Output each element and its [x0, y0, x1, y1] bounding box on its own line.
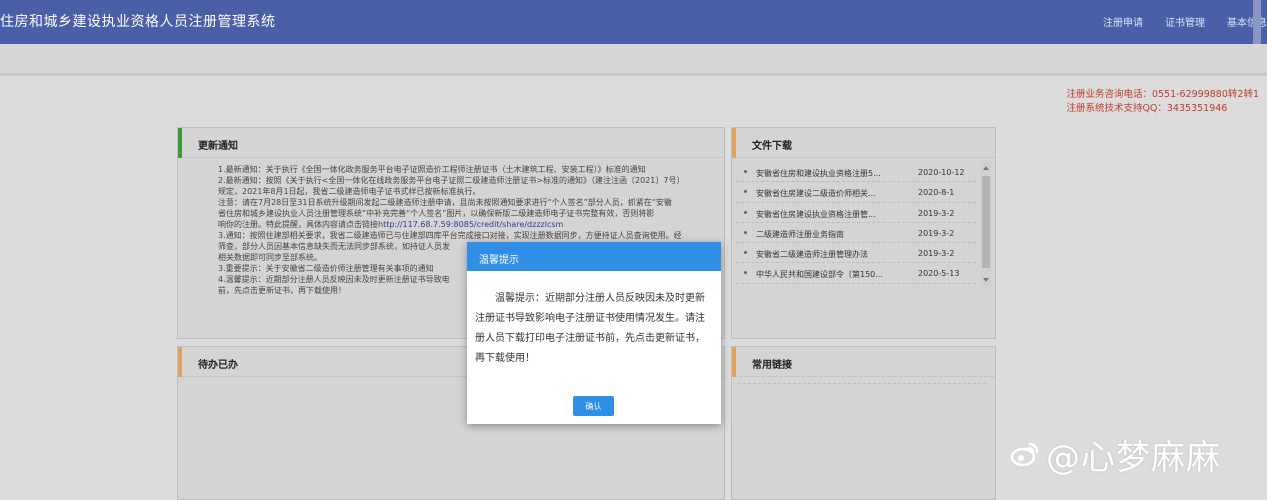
download-name[interactable]: 二级建造师注册业务指南 — [756, 229, 888, 240]
notice-panel-header: 更新通知 — [178, 128, 724, 158]
download-date: 2019-3-2 — [918, 208, 955, 218]
notice-line: 3.通知：按照住建部相关要求，我省二级建造师已与住建部四库平台完成接口对接，实现… — [218, 231, 682, 240]
download-row[interactable]: 中华人民共和国建设部令（第150... 2020-5-13 — [736, 263, 976, 284]
download-date: 2020-10-12 — [918, 168, 965, 177]
bullet-icon — [744, 271, 747, 275]
scroll-thumb[interactable] — [982, 176, 990, 268]
bullet-icon — [744, 210, 747, 214]
downloads-panel: 文件下载 安徽省住房和建设执业资格注册5... 2020-10-12 安徽省住房建… — [731, 127, 996, 339]
download-date: 2019-3-2 — [918, 249, 955, 259]
downloads-panel-title: 文件下载 — [752, 141, 792, 152]
notice-modal: 温馨提示 温馨提示：近期部分注册人员反映因未及时更新注册证书导致影响电子注册证书… — [467, 242, 721, 424]
download-row[interactable]: 安徽省住房和建设执业资格注册5... 2020-10-12 — [736, 162, 976, 183]
notice-line[interactable]: 1.最新通知：关于执行《全国一体化政务服务平台电子证照造价工程师注册证书（土木建… — [218, 164, 718, 175]
notice-line[interactable]: 2.最新通知：按照《关于执行<全国一体化在线政务服务平台电子证照二级建造师注册证… — [218, 175, 718, 186]
contact-info: 注册业务咨询电话：0551-62999880转2转1 注册系统技术支持QQ：34… — [1066, 88, 1259, 116]
download-name[interactable]: 安徽省住房和建设执业资格注册5... — [756, 168, 888, 179]
notice-line: 规定，2021年8月1日起，我省二级建造师电子证书式样已按新标准执行。 — [218, 187, 481, 196]
system-title: 住房和城乡建设执业资格人员注册管理系统 — [0, 14, 276, 30]
nav-register-apply[interactable]: 注册申请 — [1103, 14, 1143, 29]
modal-message: 温馨提示：近期部分注册人员反映因未及时更新注册证书导致影响电子注册证书使用情况发… — [475, 293, 705, 364]
bullet-icon — [744, 170, 747, 173]
contact-phone: 注册业务咨询电话：0551-62999880转2转1 — [1066, 89, 1259, 100]
notice-panel-title: 更新通知 — [198, 141, 238, 152]
links-panel-title: 常用链接 — [752, 360, 792, 371]
notice-line: 注意：请在7月28日至31日系统升级期间发起二级建造师注册申请，且尚未按照通知要… — [218, 198, 672, 207]
notice-accent-bar — [178, 128, 182, 158]
download-row[interactable]: 安徽省住房建设执业资格注册管... 2019-3-2 — [736, 203, 976, 223]
download-name[interactable]: 安徽省住房建设执业资格注册管... — [756, 209, 888, 220]
download-date: 2019-3-2 — [918, 228, 955, 238]
todo-accent-bar — [178, 347, 182, 377]
watermark-text: @心梦麻麻 — [1046, 438, 1221, 478]
notice-link[interactable]: http://117.68.7.59:8085/credit/share/dzz… — [378, 220, 563, 229]
notice-line: 省住房和城乡建设执业人员注册管理系统”中补充完善“个人签名”图片，以确保新版二级… — [218, 209, 655, 218]
modal-title: 温馨提示 — [479, 255, 519, 266]
downloads-panel-header: 文件下载 — [732, 128, 995, 158]
download-name[interactable]: 安徽省二级建造师注册管理办法 — [756, 249, 888, 260]
scroll-down-icon[interactable] — [983, 278, 989, 282]
download-row[interactable]: 安徽省二级建造师注册管理办法 2019-3-2 — [736, 243, 976, 264]
downloads-scrollbar[interactable] — [981, 162, 991, 286]
weibo-logo-icon — [1010, 442, 1039, 466]
download-name[interactable]: 安徽省住房建设二级造价师相关... — [756, 188, 888, 199]
sub-header-bar — [0, 44, 1267, 76]
download-date: 2020-8-1 — [918, 188, 955, 198]
watermark: @心梦麻麻 — [1010, 430, 1221, 479]
download-date: 2020-5-13 — [918, 269, 960, 279]
top-nav: 注册申请 证书管理 基本信息 — [1103, 14, 1267, 29]
download-name[interactable]: 中华人民共和国建设部令（第150... — [756, 269, 888, 280]
links-panel: 常用链接 — [731, 346, 996, 500]
modal-header: 温馨提示 — [467, 242, 721, 271]
links-panel-header: 常用链接 — [732, 347, 995, 377]
downloads-list: 安徽省住房和建设执业资格注册5... 2020-10-12 安徽省住房建设二级造价… — [736, 162, 976, 284]
todo-panel-title: 待办已办 — [198, 360, 238, 371]
nav-basic-info[interactable]: 基本信息 — [1227, 14, 1267, 29]
contact-qq: 注册系统技术支持QQ：3435351946 — [1066, 103, 1228, 114]
nav-certificate-manage[interactable]: 证书管理 — [1165, 14, 1205, 29]
bullet-icon — [744, 190, 747, 194]
bullet-icon — [744, 230, 747, 234]
notice-line-with-link: 响你的注册。特此提醒，具体内容请点击链接http://117.68.7.59:8… — [218, 219, 718, 230]
links-accent-bar — [732, 347, 736, 377]
bullet-icon — [744, 251, 747, 255]
scroll-up-icon[interactable] — [983, 166, 989, 170]
downloads-accent-bar — [732, 128, 736, 158]
page-scrollbar[interactable] — [1253, 0, 1261, 44]
download-row[interactable]: 二级建造师注册业务指南 2019-3-2 — [736, 223, 976, 244]
top-header-bar: 住房和城乡建设执业资格人员注册管理系统 注册申请 证书管理 基本信息 — [0, 0, 1267, 44]
links-divider — [738, 383, 986, 384]
download-row[interactable]: 安徽省住房建设二级造价师相关... 2020-8-1 — [736, 182, 976, 203]
confirm-button[interactable]: 确认 — [573, 396, 614, 416]
notice-line: 响你的注册。特此提醒，具体内容请点击链接 — [218, 220, 378, 229]
